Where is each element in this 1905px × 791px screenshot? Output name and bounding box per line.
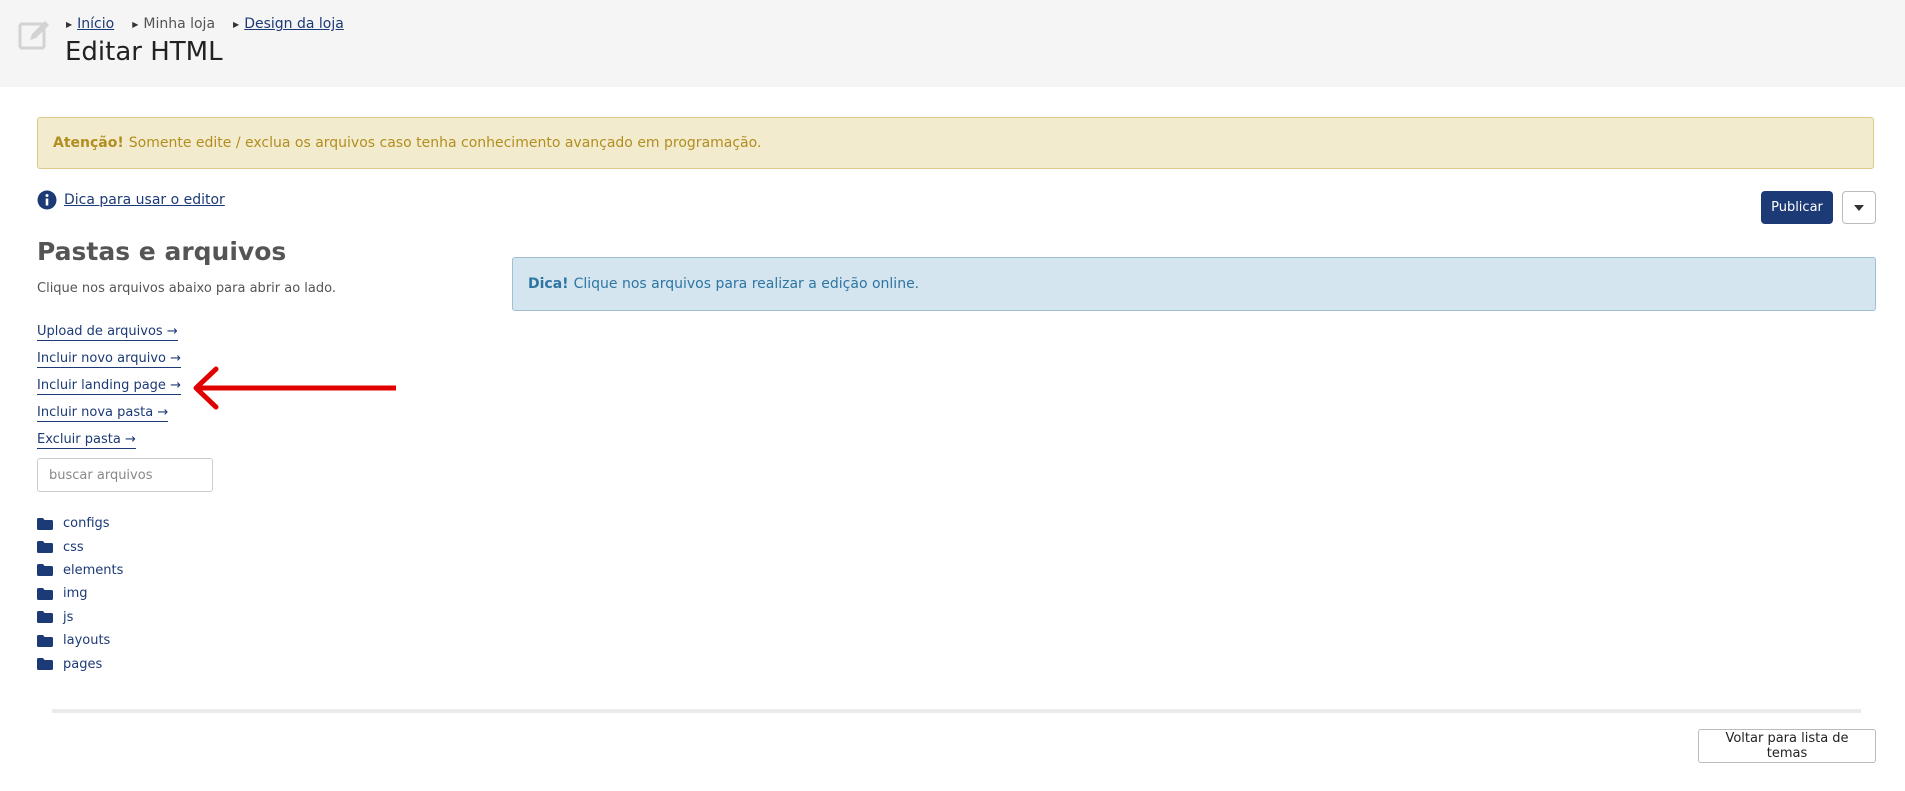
add-landing-page-link[interactable]: Incluir landing page → bbox=[37, 375, 181, 402]
folder-item-css[interactable]: css bbox=[37, 535, 123, 558]
caret-right-icon: ▶ bbox=[66, 19, 73, 29]
folder-label: js bbox=[63, 609, 74, 625]
add-folder-label: Incluir nova pasta bbox=[37, 405, 154, 420]
breadcrumb-item-design[interactable]: ▶ Design da loja bbox=[233, 16, 344, 32]
folder-icon bbox=[37, 564, 53, 577]
caret-down-icon bbox=[1854, 204, 1864, 211]
breadcrumb-link-inicio[interactable]: Início bbox=[77, 16, 114, 32]
add-file-label: Incluir novo arquivo bbox=[37, 351, 166, 366]
folder-label: pages bbox=[63, 656, 103, 672]
editor-tip: Dica para usar o editor bbox=[37, 190, 225, 210]
publish-options-button[interactable] bbox=[1842, 191, 1876, 224]
breadcrumb-item-inicio[interactable]: ▶ Início bbox=[66, 16, 114, 32]
folder-item-layouts[interactable]: layouts bbox=[37, 629, 123, 652]
breadcrumb-link-design[interactable]: Design da loja bbox=[244, 16, 344, 32]
warning-strong: Atenção! bbox=[53, 135, 124, 151]
folder-item-js[interactable]: js bbox=[37, 606, 123, 629]
info-strong: Dica! bbox=[528, 276, 569, 292]
page-header: ▶ Início ▶ Minha loja ▶ Design da loja E… bbox=[0, 0, 1905, 87]
publish-button[interactable]: Publicar bbox=[1761, 191, 1833, 224]
caret-right-icon: ▶ bbox=[132, 19, 139, 29]
add-folder-link[interactable]: Incluir nova pasta → bbox=[37, 402, 181, 429]
files-section-subtitle: Clique nos arquivos abaixo para abrir ao… bbox=[37, 281, 336, 296]
back-to-themes-button[interactable]: Voltar para lista de temas bbox=[1698, 729, 1876, 763]
folder-label: elements bbox=[63, 562, 124, 578]
delete-folder-label: Excluir pasta bbox=[37, 432, 121, 447]
search-files-input[interactable] bbox=[37, 458, 213, 492]
folder-icon bbox=[37, 541, 53, 554]
divider bbox=[52, 709, 1861, 713]
arrow-right-icon: → bbox=[124, 432, 136, 447]
folder-item-pages[interactable]: pages bbox=[37, 652, 123, 675]
upload-files-link[interactable]: Upload de arquivos → bbox=[37, 321, 181, 348]
folder-item-configs[interactable]: configs bbox=[37, 512, 123, 535]
breadcrumb-item-minha-loja: ▶ Minha loja bbox=[132, 16, 215, 32]
arrow-right-icon: → bbox=[170, 378, 181, 393]
arrow-right-icon: → bbox=[170, 351, 182, 366]
arrow-right-icon: → bbox=[157, 405, 169, 420]
upload-files-label: Upload de arquivos bbox=[37, 324, 163, 339]
breadcrumb: ▶ Início ▶ Minha loja ▶ Design da loja bbox=[66, 16, 362, 32]
folder-item-img[interactable]: img bbox=[37, 582, 123, 605]
folder-label: img bbox=[63, 586, 88, 602]
folder-icon bbox=[37, 517, 53, 530]
folder-label: configs bbox=[63, 516, 110, 532]
folder-label: css bbox=[63, 539, 84, 555]
folder-icon bbox=[37, 658, 53, 671]
folder-item-elements[interactable]: elements bbox=[37, 559, 123, 582]
folder-list: configs css elements img js layouts page… bbox=[37, 512, 123, 676]
caret-right-icon: ▶ bbox=[233, 19, 240, 29]
annotation-arrow bbox=[193, 366, 396, 410]
info-text: Clique nos arquivos para realizar a ediç… bbox=[573, 276, 920, 292]
breadcrumb-text-minha-loja: Minha loja bbox=[143, 16, 216, 32]
add-file-link[interactable]: Incluir novo arquivo → bbox=[37, 348, 182, 375]
info-alert: Dica! Clique nos arquivos para realizar … bbox=[512, 257, 1876, 311]
info-icon bbox=[37, 190, 57, 210]
folder-label: layouts bbox=[63, 633, 111, 649]
warning-text: Somente edite / exclua os arquivos caso … bbox=[128, 135, 762, 151]
delete-folder-link[interactable]: Excluir pasta → bbox=[37, 429, 181, 456]
folder-icon bbox=[37, 634, 53, 647]
arrow-right-icon: → bbox=[166, 324, 178, 339]
page-title: Editar HTML bbox=[65, 37, 223, 67]
edit-icon bbox=[18, 21, 49, 50]
file-actions: Upload de arquivos → Incluir novo arquiv… bbox=[37, 321, 182, 456]
folder-icon bbox=[37, 611, 53, 624]
add-landing-page-label: Incluir landing page bbox=[37, 378, 166, 393]
editor-tip-link[interactable]: Dica para usar o editor bbox=[64, 192, 225, 208]
folder-icon bbox=[37, 587, 53, 600]
warning-alert: Atenção! Somente edite / exclua os arqui… bbox=[37, 117, 1874, 169]
files-section-title: Pastas e arquivos bbox=[37, 237, 287, 266]
